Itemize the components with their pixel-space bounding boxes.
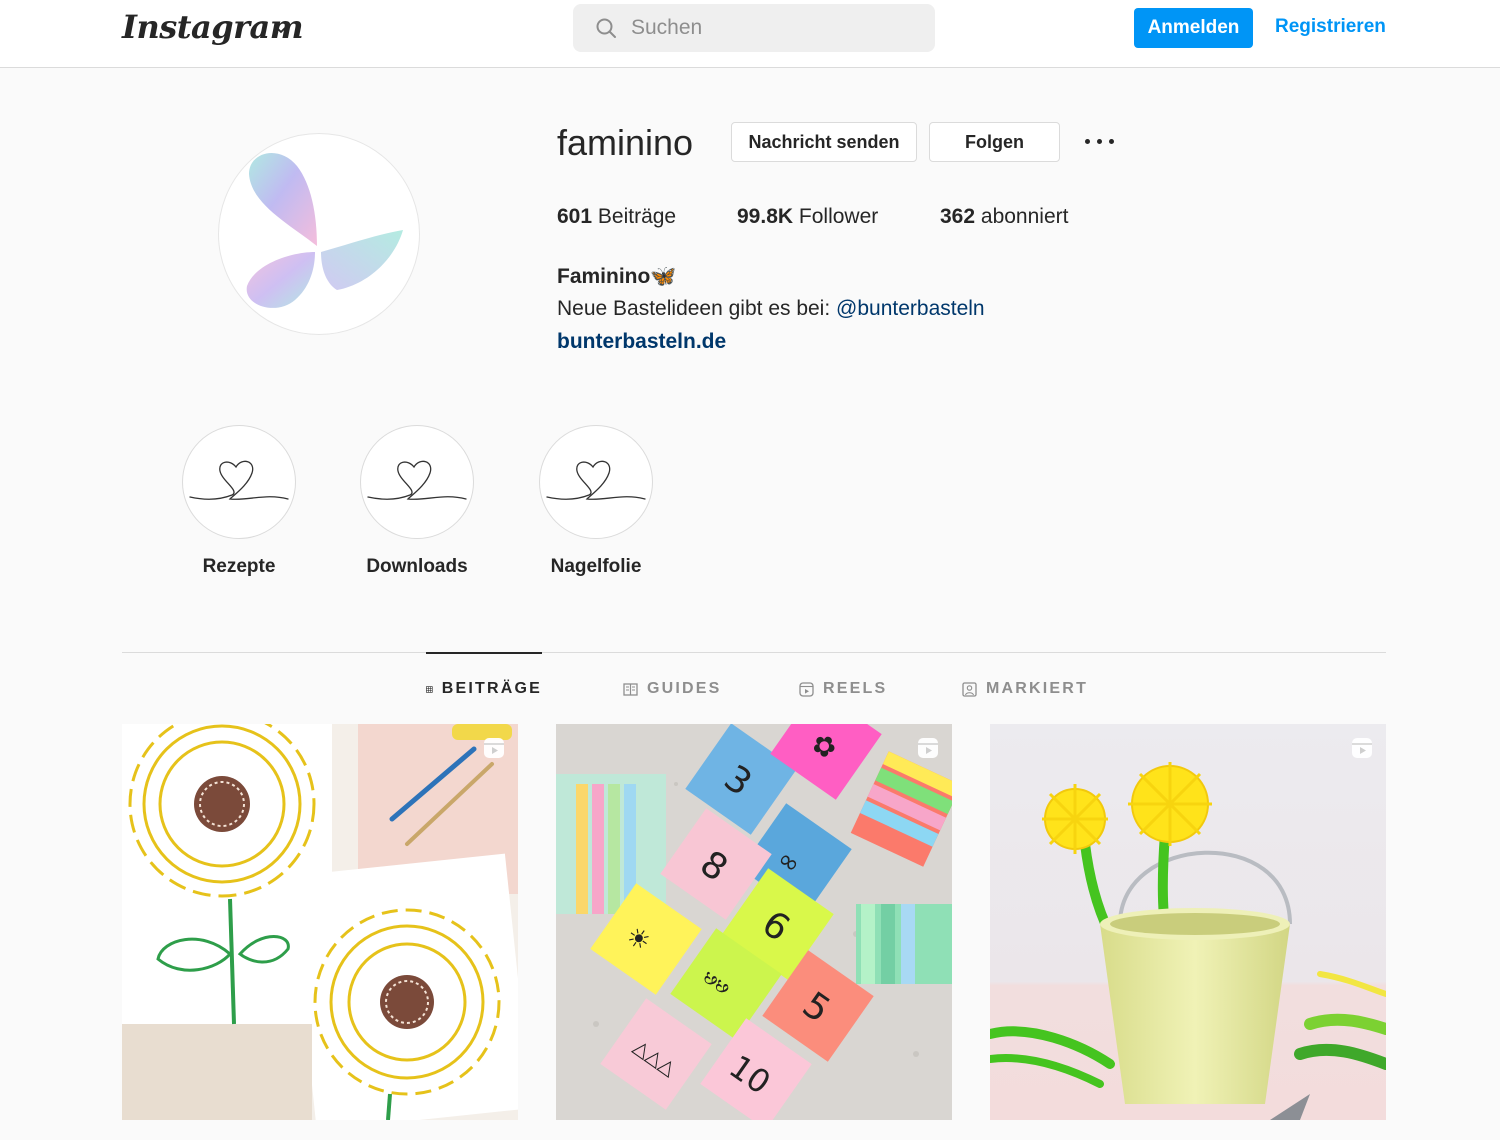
- tab-label: BEITRÄGE: [441, 680, 542, 697]
- search-icon: [596, 18, 616, 38]
- heart-line-icon: [546, 460, 646, 500]
- reel-indicator-icon: [484, 738, 504, 758]
- top-navigation: Instagram Anmelden Registrieren: [0, 0, 1500, 68]
- sticky-notes-image: 3 ✿ ∞ 8 6 ☀ ꣸꣸ 5 △△△ 10: [556, 724, 952, 1120]
- post-thumbnail[interactable]: [990, 724, 1386, 1120]
- highlight-label: Downloads: [366, 556, 468, 577]
- highlight-rezepte[interactable]: Rezepte: [164, 425, 314, 578]
- posts-count: 601 Beiträge: [557, 205, 676, 229]
- search-input[interactable]: [631, 12, 921, 44]
- more-options-icon[interactable]: [1082, 130, 1118, 154]
- highlight-label: Rezepte: [202, 556, 276, 577]
- tab-markiert[interactable]: MARKIERT: [962, 653, 1088, 725]
- highlight-label: Nagelfolie: [550, 556, 642, 577]
- highlight-cover: [539, 425, 653, 539]
- butterfly-emoji: 🦋: [650, 265, 677, 288]
- butterfly-logo: [246, 152, 403, 308]
- heart-line-icon: [189, 460, 289, 500]
- highlight-downloads[interactable]: Downloads: [342, 425, 492, 578]
- following-count-value: 362: [940, 205, 976, 228]
- reel-indicator-icon: [1352, 738, 1372, 758]
- post-thumbnail[interactable]: 3 ✿ ∞ 8 6 ☀ ꣸꣸ 5 △△△ 10: [556, 724, 952, 1120]
- post-thumbnail[interactable]: [122, 724, 518, 1120]
- tab-beitraege[interactable]: BEITRÄGE: [426, 652, 542, 724]
- dandelion-bucket-image: [990, 724, 1386, 1120]
- reels-icon: [799, 681, 814, 697]
- profile-bio: Neue Bastelideen gibt es bei: @bunterbas…: [557, 297, 985, 321]
- profile-username: faminino: [557, 122, 694, 163]
- bio-mention-link[interactable]: @bunterbasteln: [836, 297, 985, 320]
- login-button[interactable]: Anmelden: [1134, 8, 1253, 48]
- followers-count[interactable]: 99.8K Follower: [737, 205, 878, 229]
- tab-reels[interactable]: REELS: [799, 653, 887, 725]
- follow-button[interactable]: Folgen: [929, 122, 1060, 162]
- grid-icon: [426, 685, 433, 693]
- full-name-text: Faminino: [557, 265, 651, 288]
- highlight-cover: [182, 425, 296, 539]
- tagged-icon: [962, 681, 977, 697]
- search-box[interactable]: [573, 4, 935, 52]
- posts-count-label: Beiträge: [597, 205, 677, 228]
- tabs-divider: [122, 652, 1386, 653]
- tab-guides[interactable]: GUIDES: [623, 653, 722, 725]
- chevron-down-icon[interactable]: [272, 20, 290, 38]
- highlight-nagelfolie[interactable]: Nagelfolie: [521, 425, 671, 578]
- profile-avatar[interactable]: [218, 133, 420, 335]
- highlight-cover: [360, 425, 474, 539]
- reel-indicator-icon: [918, 738, 938, 758]
- sunflower-drawing-image: [122, 724, 518, 1120]
- heart-line-icon: [367, 460, 467, 500]
- profile-full-name: Faminino🦋: [557, 265, 677, 289]
- send-message-button[interactable]: Nachricht senden: [731, 122, 917, 162]
- posts-count-value: 601: [557, 205, 593, 228]
- profile-website-link[interactable]: bunterbasteln.de: [557, 330, 726, 354]
- following-count[interactable]: 362 abonniert: [940, 205, 1068, 229]
- followers-count-value: 99.8K: [737, 205, 794, 228]
- register-link[interactable]: Registrieren: [1275, 16, 1386, 38]
- guide-icon: [623, 682, 638, 696]
- followers-count-label: Follower: [798, 205, 879, 228]
- tab-label: MARKIERT: [986, 680, 1089, 697]
- following-count-label: abonniert: [980, 205, 1069, 228]
- bio-text: Neue Bastelideen gibt es bei:: [557, 297, 837, 320]
- tab-label: GUIDES: [647, 680, 722, 697]
- tab-label: REELS: [823, 680, 888, 697]
